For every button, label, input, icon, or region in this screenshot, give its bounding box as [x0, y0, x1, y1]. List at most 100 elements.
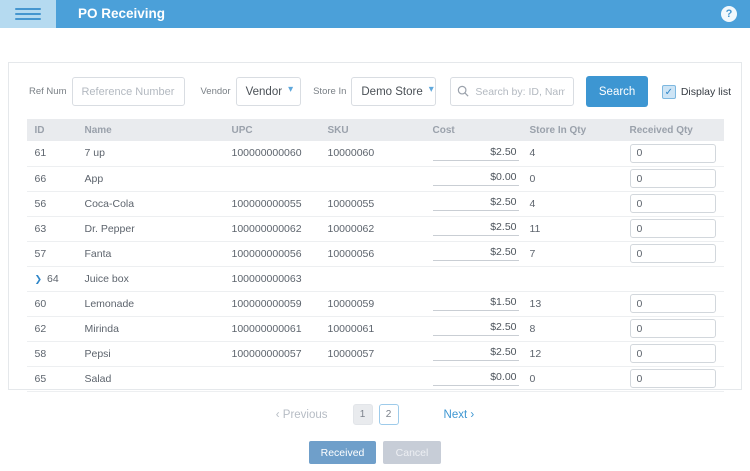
hamburger-menu-icon[interactable] — [0, 0, 56, 28]
cost-input[interactable]: $2.50 — [433, 321, 519, 336]
table-row: ❯66 App $0.00 0 — [27, 166, 724, 191]
received-qty-input[interactable] — [630, 294, 716, 313]
vendor-select-value: Vendor — [246, 86, 282, 98]
cell-cost: $1.50 — [425, 291, 522, 316]
table-row: ❯65 Salad $0.00 0 — [27, 366, 724, 391]
next-page-link[interactable]: Next › — [444, 409, 475, 421]
cost-input[interactable]: $1.50 — [433, 296, 519, 311]
cost-input[interactable]: $2.50 — [433, 146, 519, 161]
received-qty-input[interactable] — [630, 219, 716, 238]
cell-name: Fanta — [77, 241, 224, 266]
cell-store-in-qty: 4 — [522, 141, 622, 166]
po-items-table: IDNameUPCSKUCostStore In QtyReceived Qty… — [27, 119, 724, 392]
cell-sku: 10000056 — [320, 241, 425, 266]
cell-received-qty — [622, 191, 724, 216]
cost-input[interactable]: $2.50 — [433, 346, 519, 361]
column-header: SKU — [320, 119, 425, 141]
checkbox-checked-icon[interactable]: ✓ — [662, 85, 676, 99]
cell-received-qty — [622, 366, 724, 391]
column-header: Cost — [425, 119, 522, 141]
ref-num-label: Ref Num — [29, 86, 66, 97]
cost-input[interactable]: $2.50 — [433, 246, 519, 261]
reference-number-input[interactable] — [72, 77, 185, 106]
chevron-down-icon: ▾ — [429, 85, 434, 95]
cell-id: ❯66 — [27, 166, 77, 191]
cell-upc: 100000000062 — [224, 216, 320, 241]
column-header: ID — [27, 119, 77, 141]
cell-id: ❯62 — [27, 316, 77, 341]
search-icon — [457, 85, 469, 97]
cell-upc — [224, 366, 320, 391]
received-qty-input[interactable] — [630, 169, 716, 188]
cell-name: Dr. Pepper — [77, 216, 224, 241]
table-row: ❯56 Coca-Cola 100000000055 10000055 $2.5… — [27, 191, 724, 216]
cost-input[interactable]: $2.50 — [433, 221, 519, 236]
table-row: ❯61 7 up 100000000060 10000060 $2.50 4 — [27, 141, 724, 166]
cell-name: App — [77, 166, 224, 191]
cell-sku: 10000055 — [320, 191, 425, 216]
cell-id: ❯58 — [27, 341, 77, 366]
vendor-select[interactable]: Vendor ▾ — [236, 77, 301, 106]
table-row: ❯64 Juice box 100000000063 — [27, 266, 724, 291]
cancel-button[interactable]: Cancel — [383, 441, 441, 464]
cell-store-in-qty: 8 — [522, 316, 622, 341]
cell-cost: $2.50 — [425, 341, 522, 366]
action-bar: Received Cancel — [0, 441, 750, 464]
cell-cost — [425, 266, 522, 291]
received-button[interactable]: Received — [309, 441, 376, 464]
received-qty-input[interactable] — [630, 194, 716, 213]
cell-received-qty — [622, 166, 724, 191]
cell-store-in-qty: 0 — [522, 366, 622, 391]
received-qty-input[interactable] — [630, 244, 716, 263]
received-qty-input[interactable] — [630, 369, 716, 388]
cell-upc — [224, 166, 320, 191]
help-icon[interactable]: ? — [721, 6, 737, 22]
cell-store-in-qty: 11 — [522, 216, 622, 241]
cost-input[interactable]: $0.00 — [433, 171, 519, 186]
cell-upc: 100000000055 — [224, 191, 320, 216]
page-button-1[interactable]: 1 — [353, 404, 373, 425]
cell-cost: $2.50 — [425, 191, 522, 216]
cell-store-in-qty: 12 — [522, 341, 622, 366]
cost-input[interactable]: $0.00 — [433, 371, 519, 386]
cell-name: Salad — [77, 366, 224, 391]
cell-name: 7 up — [77, 141, 224, 166]
column-header: Name — [77, 119, 224, 141]
table-row: ❯62 Mirinda 100000000061 10000061 $2.50 … — [27, 316, 724, 341]
received-qty-input[interactable] — [630, 319, 716, 338]
cell-received-qty — [622, 316, 724, 341]
cell-cost: $0.00 — [425, 366, 522, 391]
display-list-toggle[interactable]: ✓ Display list — [662, 85, 731, 99]
cell-received-qty — [622, 241, 724, 266]
cell-upc: 100000000059 — [224, 291, 320, 316]
cell-name: Mirinda — [77, 316, 224, 341]
page-button-2[interactable]: 2 — [379, 404, 399, 425]
cost-input[interactable]: $2.50 — [433, 196, 519, 211]
table-row: ❯60 Lemonade 100000000059 10000059 $1.50… — [27, 291, 724, 316]
table-header-row: IDNameUPCSKUCostStore In QtyReceived Qty — [27, 119, 724, 141]
cell-id: ❯61 — [27, 141, 77, 166]
table-row: ❯58 Pepsi 100000000057 10000057 $2.50 12 — [27, 341, 724, 366]
cell-received-qty — [622, 141, 724, 166]
cell-sku — [320, 166, 425, 191]
search-button[interactable]: Search — [586, 76, 647, 107]
previous-page-link[interactable]: ‹ Previous — [276, 409, 328, 421]
expand-chevron-icon[interactable]: ❯ — [35, 274, 43, 284]
filter-bar: Ref Num Vendor Vendor ▾ Store In Demo St… — [9, 63, 741, 119]
cell-name: Coca-Cola — [77, 191, 224, 216]
cell-sku: 10000059 — [320, 291, 425, 316]
column-header: Received Qty — [622, 119, 724, 141]
po-receiving-panel: Ref Num Vendor Vendor ▾ Store In Demo St… — [8, 62, 742, 390]
cell-name: Juice box — [77, 266, 224, 291]
pagination: ‹ Previous 12 Next › — [0, 404, 750, 425]
cell-id: ❯64 — [27, 266, 77, 291]
vendor-label: Vendor — [200, 86, 230, 97]
cell-received-qty — [622, 341, 724, 366]
cell-sku: 10000060 — [320, 141, 425, 166]
store-in-select[interactable]: Demo Store ▾ — [351, 77, 436, 106]
cell-sku: 10000062 — [320, 216, 425, 241]
received-qty-input[interactable] — [630, 144, 716, 163]
received-qty-input[interactable] — [630, 344, 716, 363]
cell-id: ❯56 — [27, 191, 77, 216]
cell-sku: 10000057 — [320, 341, 425, 366]
